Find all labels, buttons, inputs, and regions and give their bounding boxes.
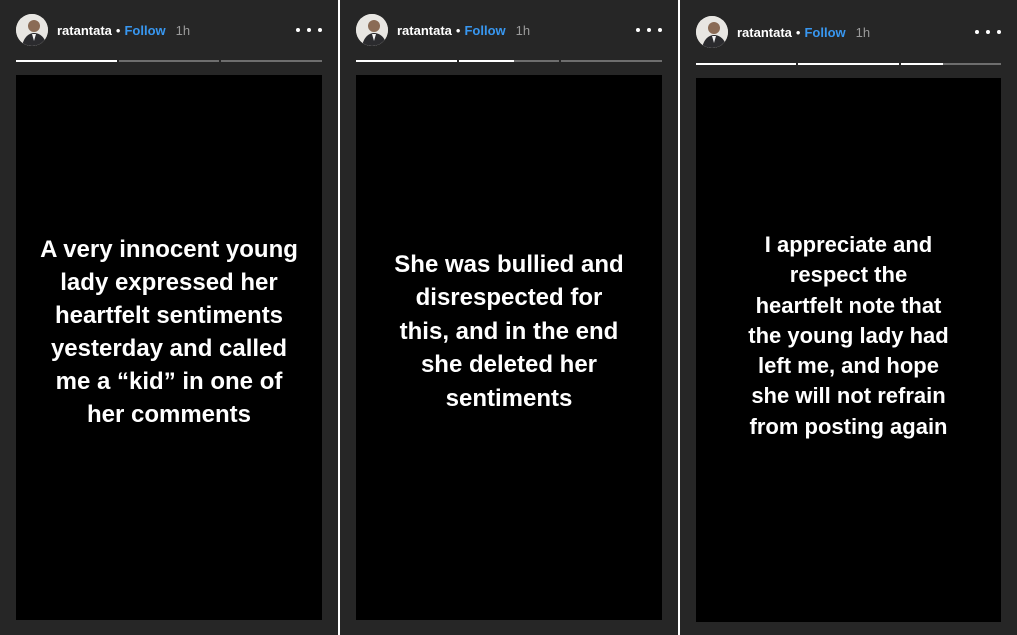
progress-fill [900, 63, 943, 65]
progress-fill [798, 63, 899, 65]
story-content[interactable]: She was bullied and disrespected for thi… [356, 75, 662, 620]
story-panel-2: ratantata • Follow 1h She was bullied an… [340, 0, 678, 635]
progress-fill [458, 60, 515, 62]
more-dot [658, 28, 662, 32]
more-dot [318, 28, 322, 32]
follow-button[interactable]: Follow [804, 25, 845, 40]
story-panel-3: ratantata • Follow 1h I appreciate and r… [680, 0, 1017, 635]
progress-segment [16, 60, 117, 62]
story-panel-1: ratantata • Follow 1h A very innocent yo… [0, 0, 338, 635]
story-text: She was bullied and disrespected for thi… [394, 250, 624, 412]
follow-button[interactable]: Follow [464, 23, 505, 38]
post-time: 1h [855, 24, 871, 40]
username[interactable]: ratantata [57, 23, 112, 38]
progress-fill [356, 60, 457, 62]
story-text: I appreciate and respect the heartfelt n… [748, 231, 949, 439]
username[interactable]: ratantata [737, 25, 792, 40]
progress-fill [16, 60, 117, 62]
story-content[interactable]: A very innocent young lady expressed her… [16, 75, 322, 620]
story-progress-bar [356, 60, 663, 62]
story-header: ratantata • Follow 1h [356, 14, 662, 46]
follow-button[interactable]: Follow [124, 23, 165, 38]
profile-avatar[interactable] [16, 14, 48, 46]
more-dot [647, 28, 651, 32]
more-dot [296, 28, 300, 32]
post-time: 1h [175, 22, 191, 38]
profile-avatar[interactable] [356, 14, 388, 46]
post-time: 1h [515, 22, 531, 38]
more-dot [307, 28, 311, 32]
story-header: ratantata • Follow 1h [16, 14, 322, 46]
more-horizontal-icon[interactable] [975, 22, 1001, 42]
separator-dot: • [115, 22, 121, 38]
progress-segment [221, 60, 323, 62]
profile-avatar[interactable] [696, 16, 728, 48]
progress-segment [798, 63, 899, 65]
progress-segment [900, 63, 1001, 65]
story-text: A very innocent young lady expressed her… [40, 235, 298, 428]
username[interactable]: ratantata [397, 23, 452, 38]
progress-segment [458, 60, 560, 62]
more-dot [636, 28, 640, 32]
story-header: ratantata • Follow 1h [696, 16, 1001, 48]
story-progress-bar [696, 63, 1001, 65]
progress-segment [356, 60, 457, 62]
separator-dot: • [795, 24, 801, 40]
more-horizontal-icon[interactable] [636, 20, 662, 40]
more-dot [986, 30, 990, 34]
separator-dot: • [455, 22, 461, 38]
story-progress-bar [16, 60, 323, 62]
progress-segment [696, 63, 797, 65]
more-horizontal-icon[interactable] [296, 20, 322, 40]
more-dot [975, 30, 979, 34]
more-dot [997, 30, 1001, 34]
story-content[interactable]: I appreciate and respect the heartfelt n… [696, 78, 1001, 622]
progress-segment [561, 60, 663, 62]
progress-segment [118, 60, 220, 62]
progress-fill [696, 63, 797, 65]
